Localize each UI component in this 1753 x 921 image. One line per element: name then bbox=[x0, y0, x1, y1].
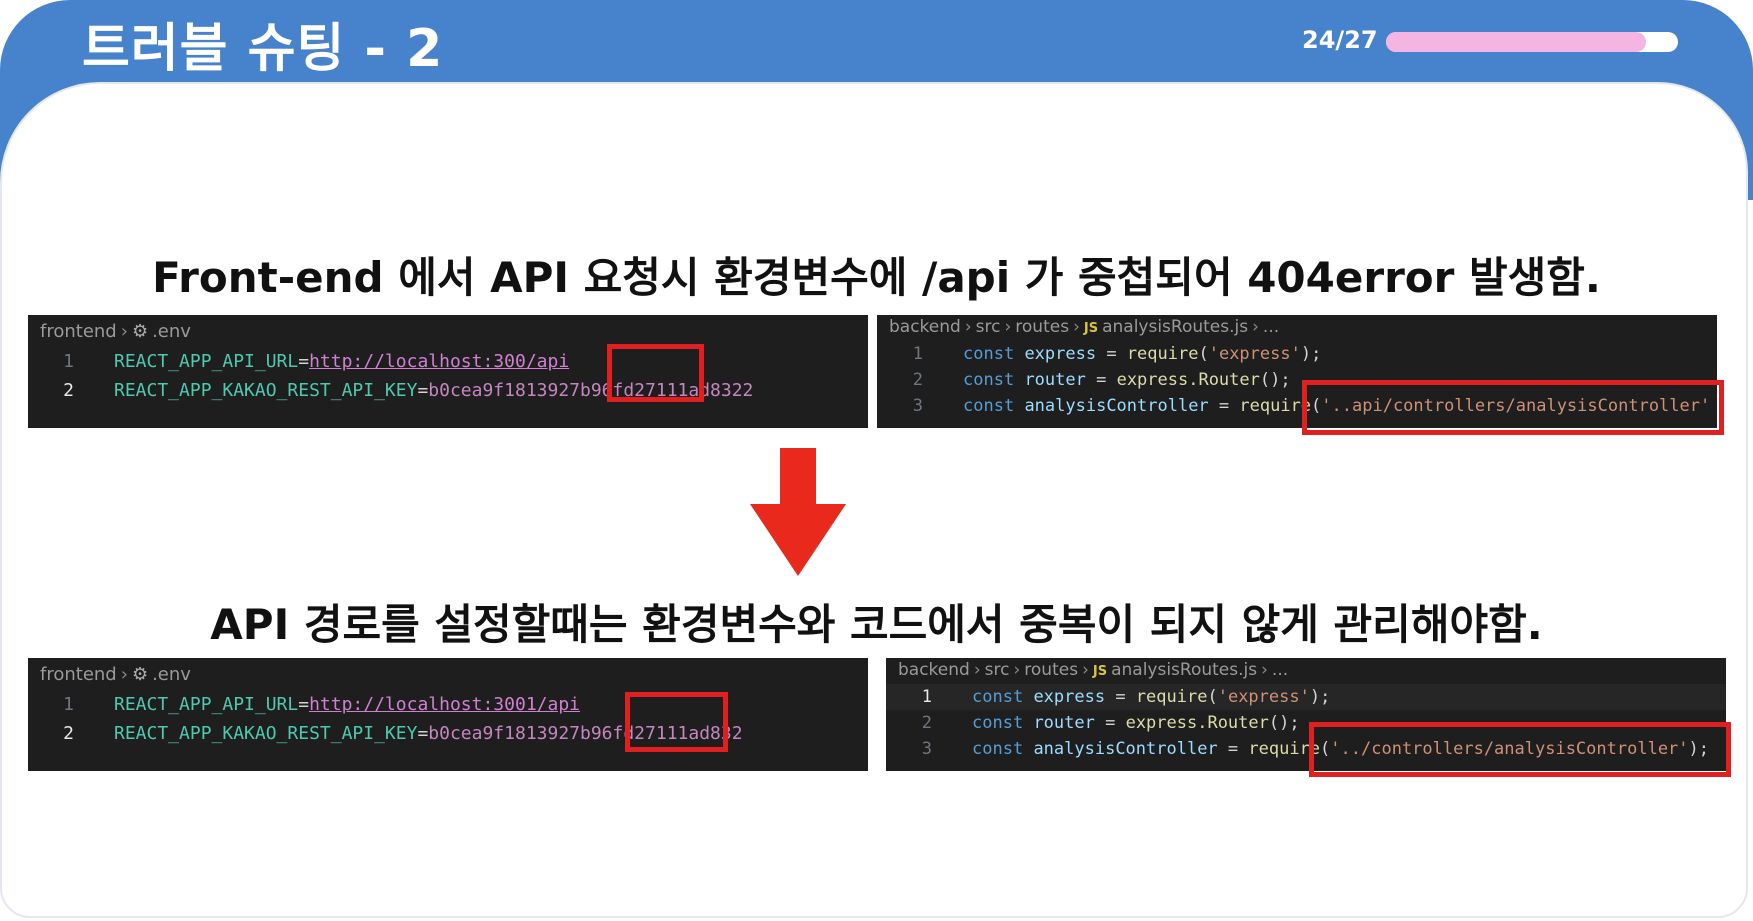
breadcrumb-src[interactable]: src bbox=[985, 660, 1010, 680]
problem-heading: Front-end 에서 API 요청시 환경변수에 /api 가 중첩되어 4… bbox=[152, 253, 1601, 302]
line-number: 2 bbox=[63, 723, 74, 744]
line-number: 2 bbox=[921, 713, 932, 733]
chevron-right-icon: › bbox=[1013, 660, 1021, 680]
highlight-box bbox=[1302, 380, 1724, 435]
code-line: 1 REACT_APP_API_URL=http://localhost:300/… bbox=[28, 347, 868, 376]
chevron-right-icon: › bbox=[1252, 317, 1259, 337]
js-file-icon: JS bbox=[1092, 664, 1108, 679]
env-value: http://localhost:300 bbox=[309, 351, 526, 372]
env-key: REACT_APP_KAKAO_REST_API_KEY bbox=[114, 380, 418, 401]
code-line: 1 const express = require('express'); bbox=[877, 341, 1717, 367]
env-value: b0cea9f1813927b96fd27111ad8322 bbox=[428, 380, 754, 401]
chevron-right-icon: › bbox=[973, 660, 981, 680]
breadcrumb-backend[interactable]: backend bbox=[889, 317, 961, 337]
solution-heading: API 경로를 설정할때는 환경변수와 코드에서 중복이 되지 않게 관리해야함… bbox=[210, 600, 1543, 649]
line-number: 1 bbox=[912, 344, 923, 364]
breadcrumb-frontend[interactable]: frontend bbox=[40, 321, 117, 342]
line-number: 1 bbox=[63, 694, 74, 715]
line-number: 1 bbox=[921, 687, 932, 707]
gear-icon: ⚙ bbox=[131, 664, 149, 685]
env-value: http://localhost:3001 bbox=[309, 694, 537, 715]
breadcrumb-more[interactable]: ... bbox=[1263, 317, 1279, 337]
chevron-right-icon: › bbox=[1004, 317, 1012, 337]
breadcrumb: backend › src › routes › JS analysisRoutes.js ›.… bbox=[886, 658, 1726, 684]
chevron-right-icon: › bbox=[1073, 317, 1080, 337]
env-panel-before: frontend › ⚙ .env 1 REACT_APP_API_URL=http:/… bbox=[28, 315, 868, 428]
chevron-right-icon: › bbox=[120, 321, 128, 342]
env-value-tail: /api bbox=[536, 694, 581, 715]
breadcrumb-frontend[interactable]: frontend bbox=[40, 664, 117, 685]
breadcrumb: frontend › ⚙ .env bbox=[28, 315, 868, 347]
code-line: 1 const express = require('express'); bbox=[886, 684, 1726, 710]
chevron-right-icon: › bbox=[964, 317, 972, 337]
arrow-down-icon bbox=[750, 448, 846, 576]
code-line: 2 REACT_APP_KAKAO_REST_API_KEY=b0cea9f181… bbox=[28, 376, 868, 405]
breadcrumb: backend › src › routes › JS analysisRoutes.js ›.… bbox=[877, 315, 1717, 341]
js-file-icon: JS bbox=[1083, 321, 1099, 336]
breadcrumb-routes[interactable]: routes bbox=[1015, 317, 1069, 337]
env-panel-after: frontend › ⚙ .env 1 REACT_APP_API_URL=http:/… bbox=[28, 658, 868, 771]
highlight-box bbox=[1309, 722, 1731, 777]
breadcrumb-src[interactable]: src bbox=[976, 317, 1001, 337]
line-number: 3 bbox=[912, 396, 923, 416]
line-number: 2 bbox=[912, 370, 923, 390]
env-key: REACT_APP_API_URL bbox=[114, 694, 299, 715]
env-key: REACT_APP_KAKAO_REST_API_KEY bbox=[114, 723, 418, 744]
code-line: 2 REACT_APP_KAKAO_REST_API_KEY=b0cea9f181… bbox=[28, 719, 868, 748]
code-line: 1 REACT_APP_API_URL=http://localhost:3001… bbox=[28, 690, 868, 719]
breadcrumb-env[interactable]: .env bbox=[152, 321, 191, 342]
line-number: 1 bbox=[63, 351, 74, 372]
line-number: 3 bbox=[921, 739, 932, 759]
breadcrumb-backend[interactable]: backend bbox=[898, 660, 970, 680]
chevron-right-icon: › bbox=[1261, 660, 1268, 680]
slide-title: 트러블 슈팅 - 2 bbox=[82, 19, 444, 79]
progress-bar bbox=[1386, 32, 1678, 52]
line-number: 2 bbox=[63, 380, 74, 401]
breadcrumb-more[interactable]: ... bbox=[1272, 660, 1288, 680]
env-value-tail: /api bbox=[525, 351, 570, 372]
highlight-box bbox=[625, 692, 728, 752]
progress-fill bbox=[1386, 32, 1646, 52]
breadcrumb-env[interactable]: .env bbox=[152, 664, 191, 685]
chevron-right-icon: › bbox=[120, 664, 128, 685]
chevron-right-icon: › bbox=[1082, 660, 1089, 680]
breadcrumb-file[interactable]: analysisRoutes.js bbox=[1102, 317, 1248, 337]
page-indicator: 24/27 bbox=[1302, 26, 1378, 54]
breadcrumb-routes[interactable]: routes bbox=[1024, 660, 1078, 680]
highlight-box bbox=[607, 344, 704, 402]
breadcrumb: frontend › ⚙ .env bbox=[28, 658, 868, 690]
gear-icon: ⚙ bbox=[131, 321, 149, 342]
env-key: REACT_APP_API_URL bbox=[114, 351, 299, 372]
breadcrumb-file[interactable]: analysisRoutes.js bbox=[1111, 660, 1257, 680]
slide-card bbox=[0, 82, 1748, 918]
